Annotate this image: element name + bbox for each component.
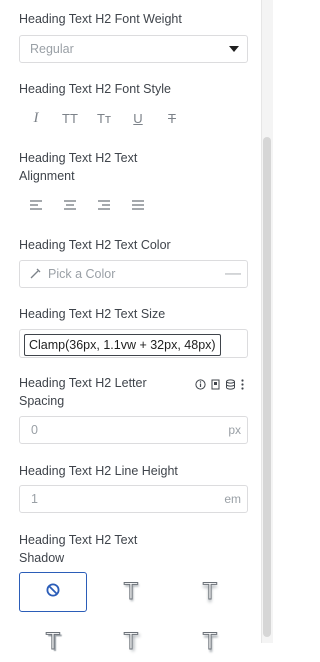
shadow-option-none[interactable] — [19, 572, 87, 612]
text-size-input[interactable]: Clamp(36px, 1.1vw + 32px, 48px) — [24, 334, 221, 356]
line-height-value: 1 — [31, 492, 38, 506]
scrollbar-thumb[interactable] — [263, 137, 271, 637]
align-left-icon[interactable] — [19, 195, 53, 215]
uppercase-icon[interactable]: TT — [53, 108, 87, 128]
heading-h2-typography-panel: Heading Text H2 Font Weight Regular Head… — [0, 0, 261, 656]
shadow-option-4[interactable]: T — [97, 622, 165, 662]
shadow-preset-2-icon: T — [202, 578, 218, 606]
font-weight-label: Heading Text H2 Font Weight — [19, 12, 182, 26]
shadow-preset-1-icon: T — [123, 578, 139, 606]
database-icon[interactable] — [225, 377, 236, 395]
shadow-option-3[interactable]: T — [19, 622, 87, 662]
letter-spacing-input[interactable]: 0 px — [19, 416, 248, 444]
text-alignment-buttons — [19, 195, 155, 215]
line-height-label: Heading Text H2 Line Height — [19, 464, 178, 478]
letter-spacing-label: Heading Text H2 Letter Spacing — [19, 376, 147, 408]
no-shadow-icon — [46, 583, 60, 602]
font-style-label: Heading Text H2 Font Style — [19, 82, 171, 96]
text-size-field: Clamp(36px, 1.1vw + 32px, 48px) — [19, 329, 248, 358]
line-height-input[interactable]: 1 em — [19, 485, 248, 513]
copy-icon[interactable] — [210, 377, 221, 395]
align-center-icon[interactable] — [53, 195, 87, 215]
font-style-buttons: I TT Tт U T — [19, 108, 189, 128]
eyedropper-icon — [29, 267, 42, 285]
shadow-option-1[interactable]: T — [97, 572, 165, 612]
chevron-down-icon — [229, 46, 239, 52]
letter-spacing-tools — [195, 377, 245, 395]
color-placeholder: Pick a Color — [48, 267, 116, 281]
shadow-option-5[interactable]: T — [176, 622, 244, 662]
italic-icon[interactable]: I — [19, 108, 53, 128]
text-shadow-label: Heading Text H2 Text Shadow — [19, 533, 138, 565]
letter-spacing-unit[interactable]: px — [228, 423, 241, 437]
align-right-icon[interactable] — [87, 195, 121, 215]
shadow-preset-3-icon: T — [45, 628, 61, 656]
color-picker-field[interactable]: Pick a Color — — [19, 260, 248, 288]
shadow-preset-4-icon: T — [123, 628, 139, 656]
shadow-preset-5-icon: T — [202, 628, 218, 656]
text-color-label: Heading Text H2 Text Color — [19, 238, 171, 252]
clear-color-button[interactable]: — — [225, 265, 241, 283]
font-weight-select[interactable]: Regular — [19, 35, 248, 63]
underline-icon[interactable]: U — [121, 108, 155, 128]
info-icon[interactable] — [195, 377, 206, 395]
line-height-unit[interactable]: em — [224, 492, 241, 506]
text-alignment-label: Heading Text H2 Text Alignment — [19, 151, 138, 183]
more-options-icon[interactable] — [240, 377, 245, 395]
letter-spacing-value: 0 — [31, 423, 38, 437]
capitalize-icon[interactable]: Tт — [87, 108, 121, 128]
align-justify-icon[interactable] — [121, 195, 155, 215]
shadow-option-2[interactable]: T — [176, 572, 244, 612]
strikethrough-icon[interactable]: T — [155, 108, 189, 128]
text-size-label: Heading Text H2 Text Size — [19, 307, 166, 321]
font-weight-value: Regular — [30, 42, 74, 56]
